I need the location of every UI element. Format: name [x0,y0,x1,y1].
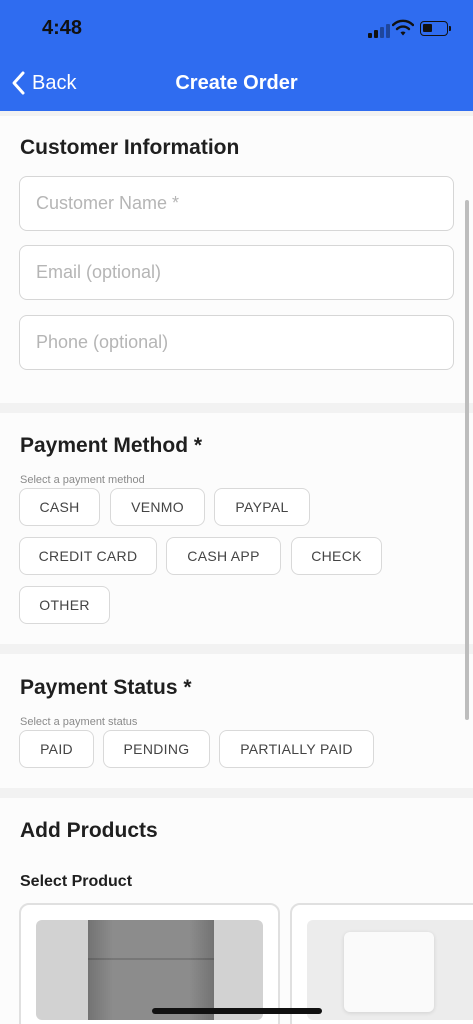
signal-icon [368,22,390,38]
status-time: 4:48 [42,17,83,39]
select-product-label: Select Product [20,873,133,890]
product-card[interactable] [19,903,280,1024]
customer-section: Customer Information [0,116,473,403]
battery-icon [420,21,451,36]
product-image [307,920,473,1020]
payment-status-hint: Select a payment status [20,716,138,728]
method-chip-cash-app[interactable]: CASH APP [166,537,281,575]
product-image [36,920,263,1020]
payment-method-heading: Payment Method * [20,434,203,457]
payment-status-section: Payment Status * Select a payment status… [0,654,473,788]
method-chip-other[interactable]: OTHER [19,586,110,624]
phone-field[interactable] [19,315,454,370]
home-indicator [152,1008,322,1014]
email-field[interactable] [19,245,454,300]
method-chip-venmo[interactable]: VENMO [110,488,205,526]
status-chip-paid[interactable]: PAID [19,730,94,768]
header-bar: 4:48 Back Create Order [0,0,473,111]
products-heading: Add Products [20,819,158,842]
wifi-icon [392,19,414,36]
method-chip-cash[interactable]: CASH [19,488,100,526]
product-card[interactable] [290,903,473,1024]
status-chip-pending[interactable]: PENDING [103,730,210,768]
payment-method-hint: Select a payment method [20,474,145,486]
method-chip-check[interactable]: CHECK [291,537,382,575]
page-title: Create Order [175,72,298,94]
customer-heading: Customer Information [20,136,240,159]
payment-status-heading: Payment Status * [20,676,192,699]
method-chip-paypal[interactable]: PAYPAL [214,488,310,526]
scrollbar[interactable] [465,200,469,720]
status-chip-partially-paid[interactable]: PARTIALLY PAID [219,730,374,768]
customer-name-field[interactable] [19,176,454,231]
payment-method-section: Payment Method * Select a payment method… [0,413,473,644]
method-chip-credit-card[interactable]: CREDIT CARD [19,537,157,575]
